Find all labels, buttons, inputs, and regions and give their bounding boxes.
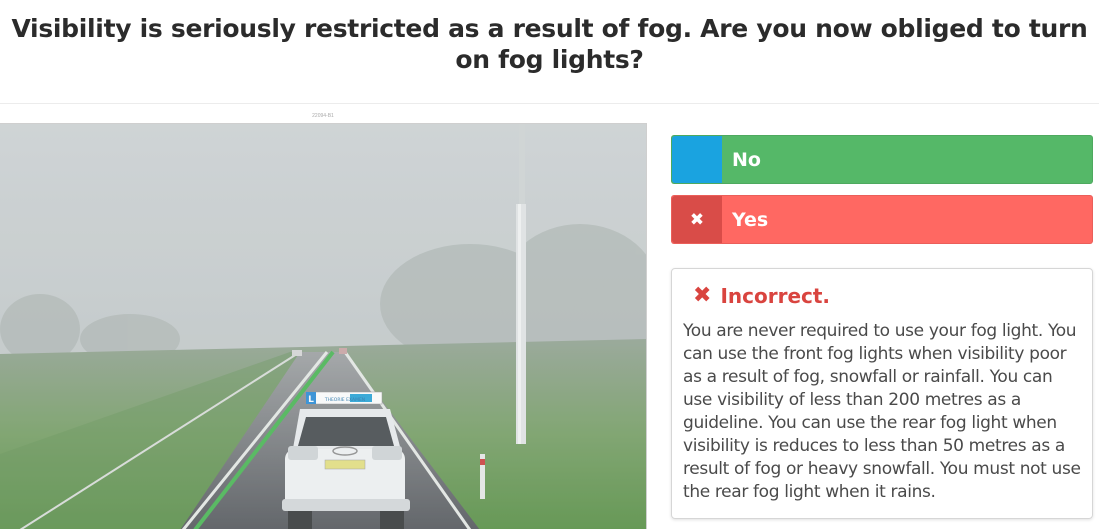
correct-marker: [672, 136, 722, 183]
x-icon: ✖: [693, 283, 712, 308]
image-id-caption: 22094-B1: [312, 113, 334, 119]
answer-label: Yes: [732, 208, 769, 231]
feedback-header: ✖ Incorrect.: [693, 283, 1082, 308]
answer-label: No: [732, 148, 761, 171]
feedback-panel: ✖ Incorrect. You are never required to u…: [671, 268, 1093, 519]
answer-list: No ✖ Yes: [671, 135, 1093, 255]
answer-no-button[interactable]: No: [671, 135, 1093, 184]
question-image: L THEORIE EXAMEN: [0, 123, 647, 529]
question-header: Visibility is seriously restricted as a …: [0, 0, 1099, 104]
feedback-status: Incorrect.: [720, 283, 831, 308]
wrong-marker: ✖: [672, 196, 722, 243]
feedback-explanation: You are never required to use your fog l…: [683, 321, 1081, 502]
answer-yes-button[interactable]: ✖ Yes: [671, 195, 1093, 244]
question-title: Visibility is seriously restricted as a …: [11, 14, 1088, 74]
x-icon: ✖: [689, 209, 705, 230]
